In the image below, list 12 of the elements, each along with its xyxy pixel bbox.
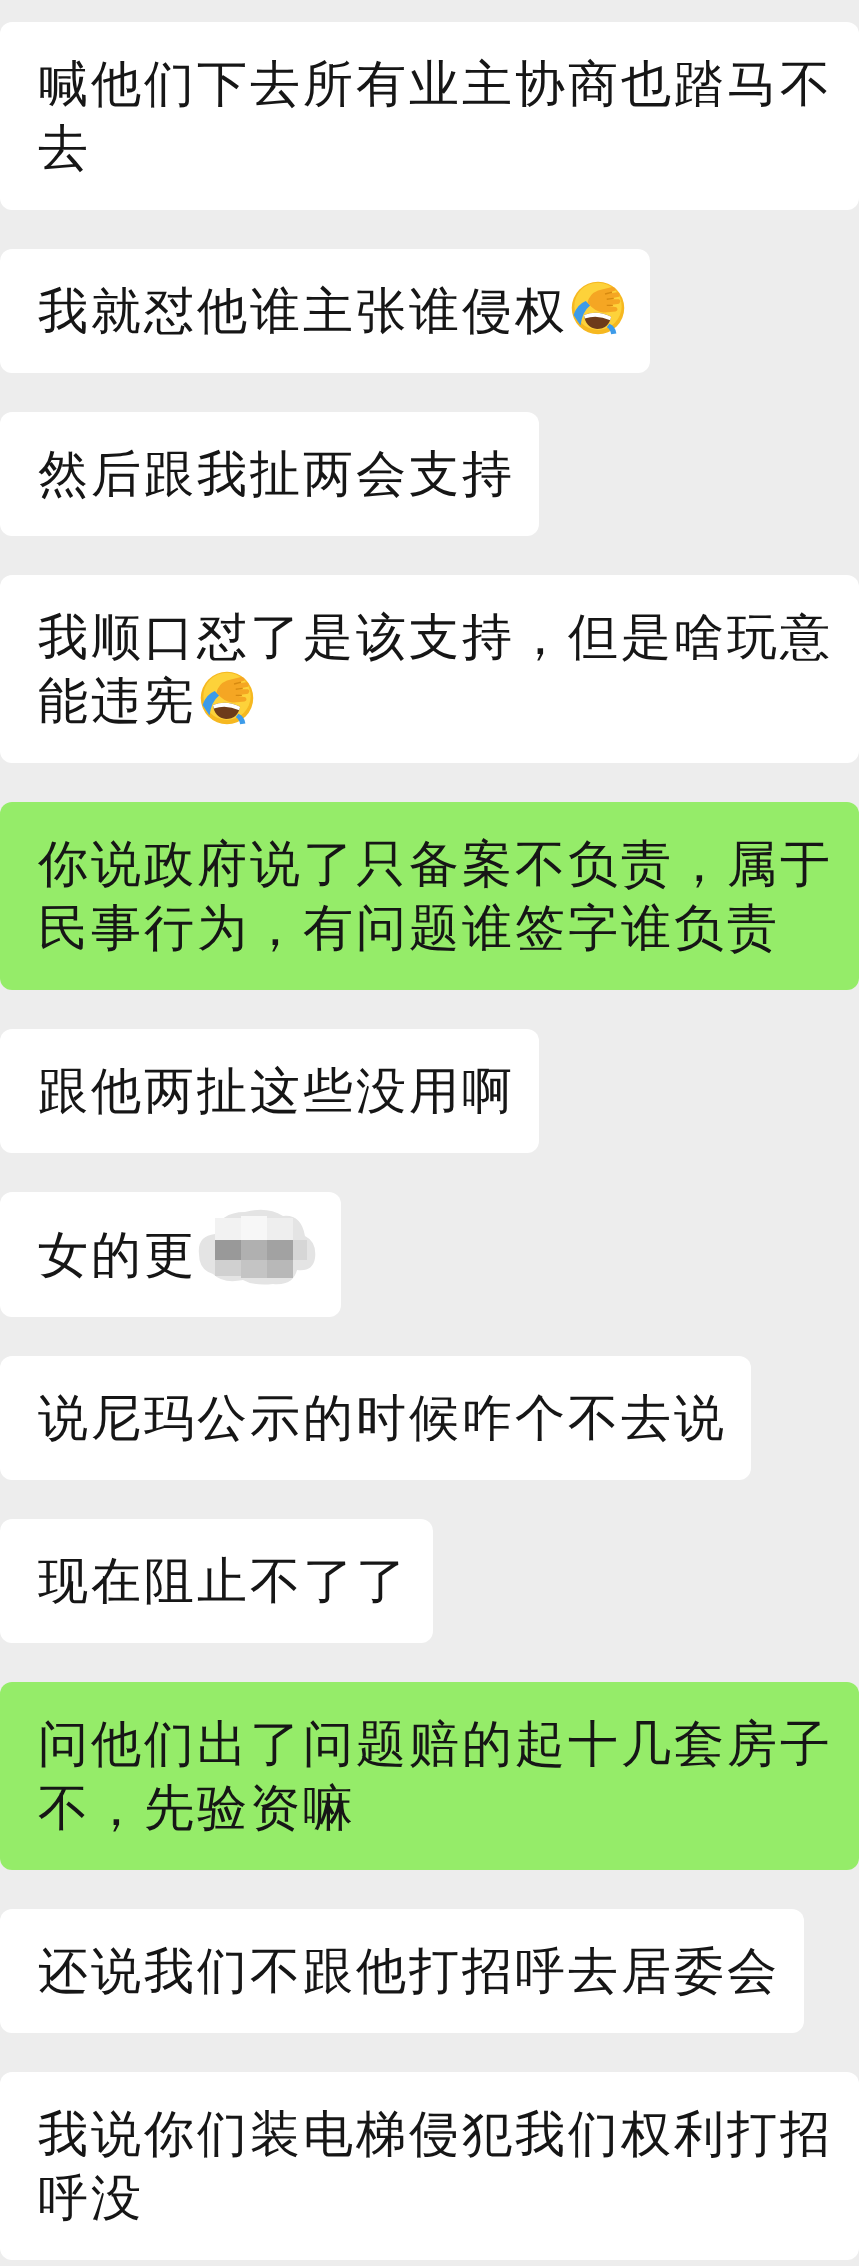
message-text: 我说你们装电梯侵犯我们权利打招呼没	[38, 2105, 833, 2227]
message-text: 还说我们不跟他打招呼去居委会	[38, 1942, 780, 2000]
message-text: 现在阻止不了了	[38, 1552, 409, 1610]
message-text: 我顺口怼了是该支持，但是啥玩意能违宪	[38, 608, 833, 730]
message-text: 你说政府说了只备案不负责，属于民事行为，有问题谁签字谁负责	[38, 835, 833, 957]
message-text: 女的更	[38, 1226, 197, 1284]
message-text: 说尼玛公示的时候咋个不去说	[38, 1389, 727, 1447]
message-text: 我就怼他谁主张谁侵权	[38, 282, 568, 340]
message-text: 喊他们下去所有业主协商也踏马不去	[38, 55, 833, 177]
message-text: 问他们出了问题赔的起十几套房子不，先验资嘛	[38, 1715, 833, 1837]
message-text: 跟他两扯这些没用啊	[38, 1062, 515, 1120]
message-text: 然后跟我扯两会支持	[38, 445, 515, 503]
